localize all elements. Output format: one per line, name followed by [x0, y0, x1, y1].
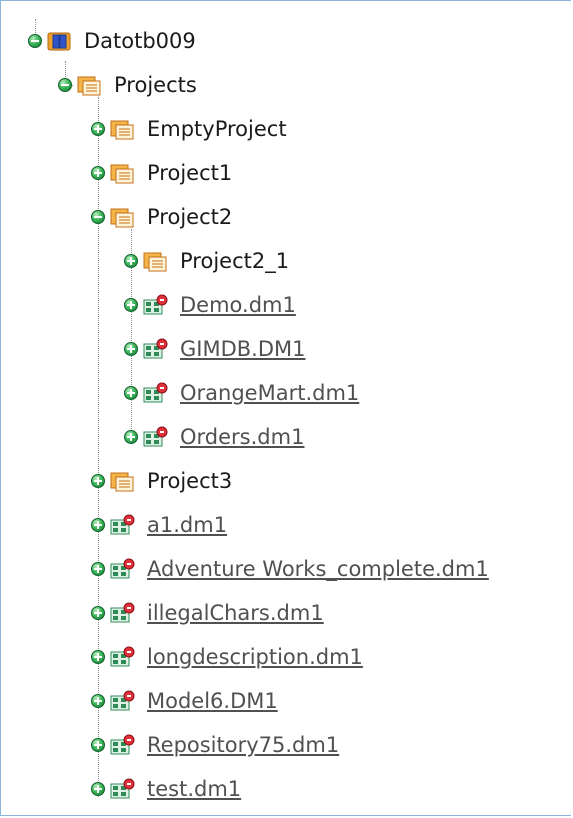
tree-node-label[interactable]: Adventure Works_complete.dm1: [147, 557, 489, 581]
model-icon: [110, 558, 135, 579]
expand-icon[interactable]: [91, 518, 105, 532]
model-icon: [110, 602, 135, 623]
expand-icon[interactable]: [91, 166, 105, 180]
tree-node[interactable]: test.dm1: [91, 767, 241, 811]
expand-icon[interactable]: [91, 606, 105, 620]
tree-node-label[interactable]: Repository75.dm1: [147, 733, 339, 757]
tree-node-label: Projects: [114, 73, 197, 97]
tree-node-label[interactable]: Orders.dm1: [180, 425, 304, 449]
tree-node-label: Datotb009: [84, 29, 196, 53]
project-icon: [110, 208, 134, 228]
expand-icon[interactable]: [91, 474, 105, 488]
tree-node-label: Project1: [147, 161, 233, 185]
expand-icon[interactable]: [91, 694, 105, 708]
expand-icon[interactable]: [124, 342, 138, 356]
expand-icon[interactable]: [124, 298, 138, 312]
expand-icon[interactable]: [124, 254, 138, 268]
tree-node-label[interactable]: longdescription.dm1: [147, 645, 363, 669]
tree-node-root[interactable]: Datotb009: [28, 19, 196, 63]
expand-icon[interactable]: [91, 122, 105, 136]
tree-node[interactable]: GIMDB.DM1: [124, 327, 306, 371]
model-icon: [143, 382, 168, 403]
tree-node-label[interactable]: Demo.dm1: [180, 293, 296, 317]
expand-icon[interactable]: [124, 430, 138, 444]
tree-node[interactable]: Project2_1: [124, 239, 289, 283]
tree-node[interactable]: Demo.dm1: [124, 283, 296, 327]
collapse-icon[interactable]: [91, 210, 105, 224]
tree-node-label[interactable]: illegalChars.dm1: [147, 601, 324, 625]
tree-node-label: EmptyProject: [147, 117, 287, 141]
tree-node[interactable]: longdescription.dm1: [91, 635, 363, 679]
model-icon: [143, 426, 168, 447]
tree-node-label: Project3: [147, 469, 233, 493]
tree-node[interactable]: Repository75.dm1: [91, 723, 339, 767]
tree-node-label: Project2: [147, 205, 233, 229]
repository-tree-panel: Datotb009 Projects EmptyProject Project1 P…: [0, 0, 571, 816]
project-icon: [110, 164, 134, 184]
project-icon: [110, 120, 134, 140]
tree-node[interactable]: OrangeMart.dm1: [124, 371, 359, 415]
model-icon: [143, 338, 168, 359]
model-icon: [110, 646, 135, 667]
tree-node-label[interactable]: GIMDB.DM1: [180, 337, 306, 361]
tree-node[interactable]: EmptyProject: [91, 107, 287, 151]
expand-icon[interactable]: [91, 562, 105, 576]
collapse-icon[interactable]: [28, 34, 42, 48]
tree-node[interactable]: illegalChars.dm1: [91, 591, 324, 635]
expand-icon[interactable]: [91, 782, 105, 796]
tree-node[interactable]: a1.dm1: [91, 503, 227, 547]
database-icon: [47, 32, 71, 51]
tree-node[interactable]: Model6.DM1: [91, 679, 278, 723]
tree-node[interactable]: Project2: [91, 195, 232, 239]
tree-node-label: Project2_1: [180, 249, 290, 273]
expand-icon[interactable]: [124, 386, 138, 400]
project-icon: [110, 472, 134, 492]
model-icon: [110, 514, 135, 535]
collapse-icon[interactable]: [58, 78, 72, 92]
model-icon: [110, 734, 135, 755]
tree-node[interactable]: Adventure Works_complete.dm1: [91, 547, 489, 591]
model-icon: [110, 778, 135, 799]
tree-node[interactable]: Project1: [91, 151, 232, 195]
tree-node-label[interactable]: Model6.DM1: [147, 689, 278, 713]
model-icon: [110, 690, 135, 711]
model-icon: [143, 294, 168, 315]
tree-node-label[interactable]: test.dm1: [147, 777, 241, 801]
tree-node[interactable]: Project3: [91, 459, 232, 503]
folder-icon: [77, 76, 101, 96]
expand-icon[interactable]: [91, 650, 105, 664]
tree-node-projects[interactable]: Projects: [58, 63, 197, 107]
tree-node[interactable]: Orders.dm1: [124, 415, 304, 459]
project-icon: [143, 252, 167, 272]
tree-node-label[interactable]: a1.dm1: [147, 513, 227, 537]
expand-icon[interactable]: [91, 738, 105, 752]
tree-node-label[interactable]: OrangeMart.dm1: [180, 381, 359, 405]
